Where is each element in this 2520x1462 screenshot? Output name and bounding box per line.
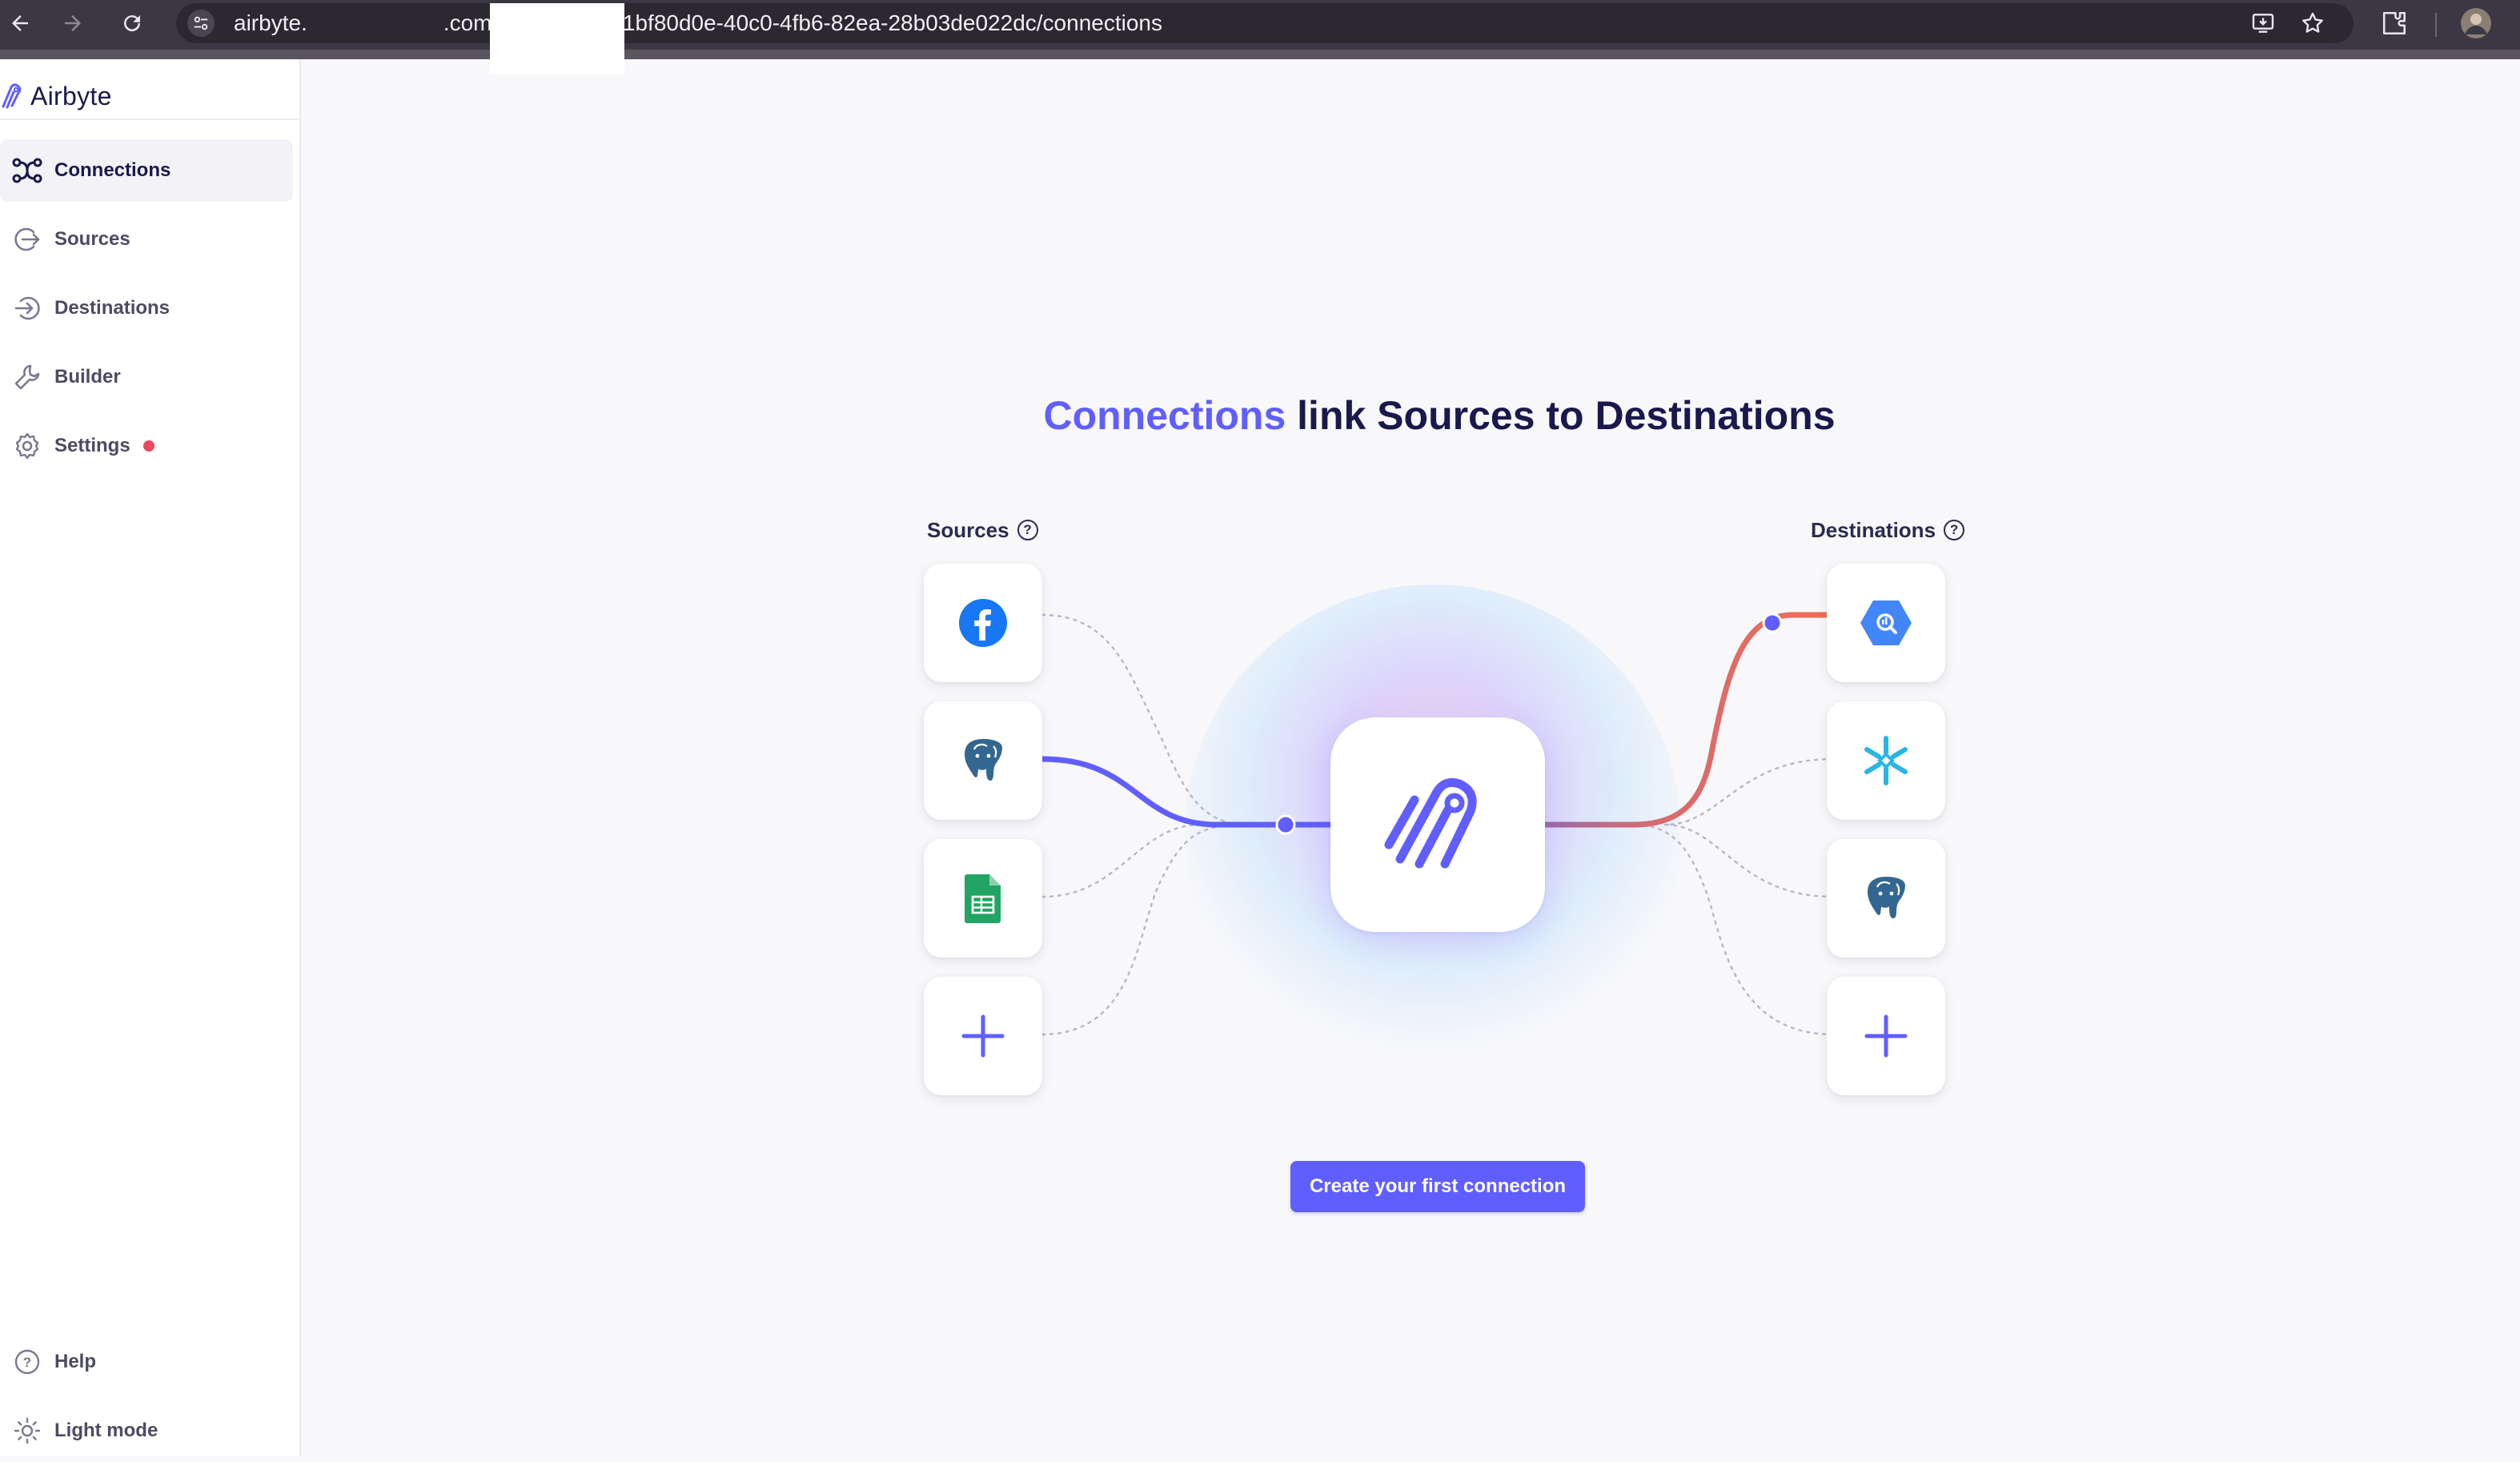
source-line-node	[1275, 814, 1296, 835]
airbyte-logo-icon	[1378, 765, 1498, 885]
add-destination-button[interactable]	[1827, 977, 1945, 1095]
airbyte-center-tile	[1330, 717, 1545, 932]
source-tile-facebook[interactable]	[924, 564, 1042, 682]
dotted-link-sheets	[1041, 823, 1202, 898]
dotted-link-dest-postgres	[1663, 823, 1835, 898]
bigquery-icon	[1860, 599, 1912, 647]
google-sheets-icon	[964, 873, 1002, 924]
source-tile-google-sheets[interactable]	[924, 839, 1042, 958]
dotted-link-facebook	[1041, 613, 1250, 826]
dotted-link-add-destination	[1631, 823, 1835, 1036]
facebook-icon	[958, 598, 1008, 648]
destination-tile-snowflake[interactable]	[1827, 701, 1945, 820]
snowflake-icon	[1860, 735, 1912, 786]
destination-tile-bigquery[interactable]	[1827, 564, 1945, 682]
postgres-icon	[1861, 873, 1911, 924]
dotted-link-snowflake	[1663, 757, 1835, 826]
active-destination-line	[1542, 612, 1836, 828]
add-source-button[interactable]	[924, 977, 1042, 1095]
create-first-connection-button[interactable]: Create your first connection	[1290, 1161, 1585, 1212]
source-tile-postgres[interactable]	[924, 701, 1042, 820]
destination-line-node	[1762, 613, 1783, 633]
dotted-link-add-source	[1041, 823, 1250, 1036]
connector-lines	[1039, 612, 1836, 1036]
postgres-icon	[958, 735, 1008, 786]
add-source-icon	[961, 1014, 1005, 1058]
destination-tile-postgres[interactable]	[1827, 839, 1945, 958]
add-destination-icon	[1864, 1014, 1908, 1058]
